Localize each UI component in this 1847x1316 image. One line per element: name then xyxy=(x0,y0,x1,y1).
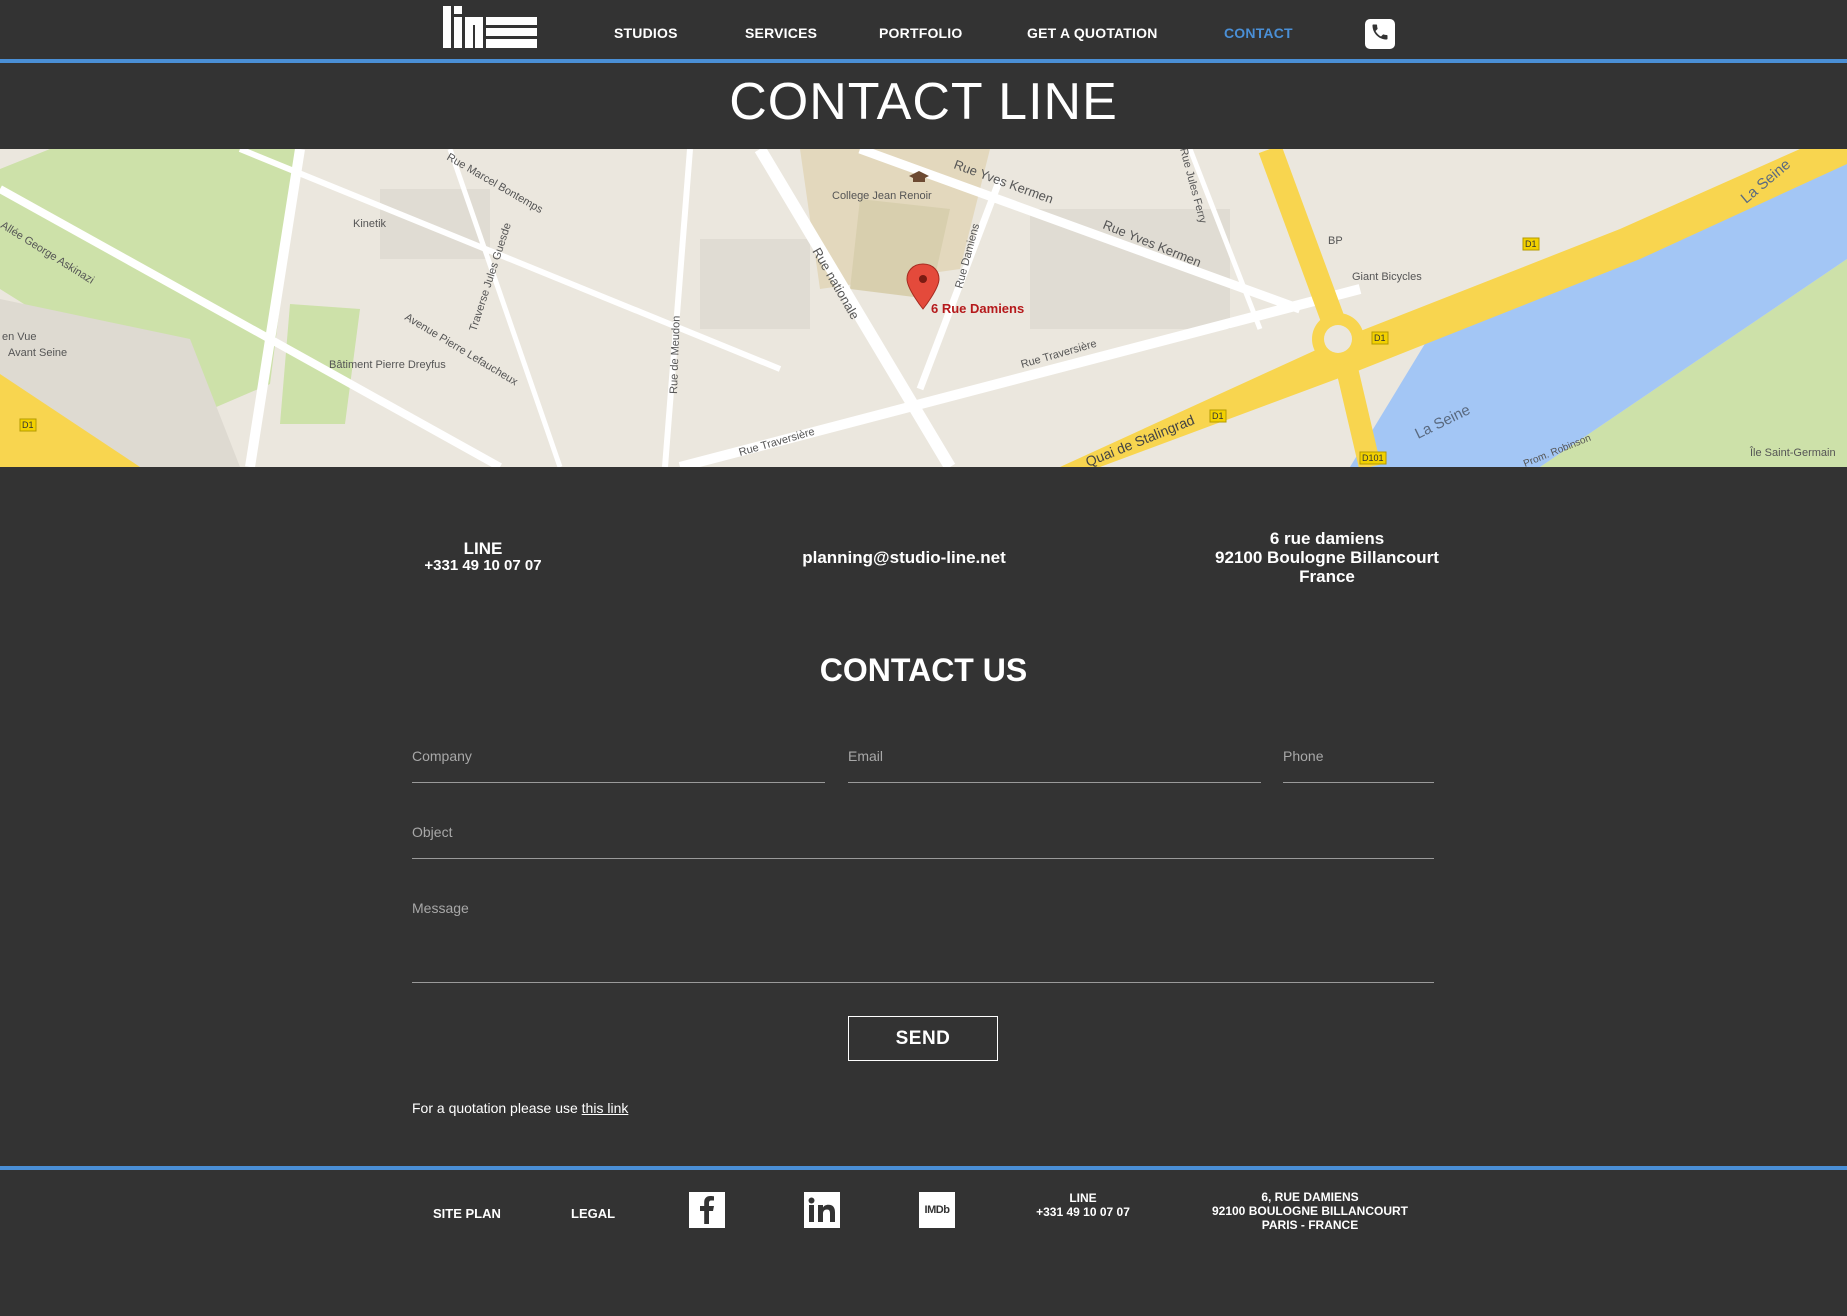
info-company: LINE xyxy=(463,539,503,558)
info-address-line-3: France xyxy=(1299,567,1355,586)
nav-contact[interactable]: CONTACT xyxy=(1224,25,1293,41)
send-button[interactable]: SEND xyxy=(848,1016,998,1061)
map-marker-label: 6 Rue Damiens xyxy=(931,301,1024,316)
contact-us-heading: CONTACT US xyxy=(819,652,1028,688)
page-title: CONTACT LINE xyxy=(729,73,1118,131)
map-label-kinetik: Kinetik xyxy=(353,218,387,230)
map-label-avant-seine: Avant Seine xyxy=(8,347,67,359)
location-map[interactable]: College Jean Renoir Kinetik Bâtiment Pie… xyxy=(0,149,1847,467)
map-shield-d101: D101 xyxy=(1362,453,1384,463)
map-label-college: College Jean Renoir xyxy=(832,190,932,202)
nav-services[interactable]: SERVICES xyxy=(745,25,817,41)
footer-contact-block: LINE +331 49 10 07 07 xyxy=(1023,1191,1143,1219)
message-field[interactable] xyxy=(412,900,1434,960)
map-shield-d1-1: D1 xyxy=(1525,239,1537,249)
map-shield-d1-3: D1 xyxy=(1212,411,1224,421)
quotation-link[interactable]: this link xyxy=(582,1100,629,1116)
map-label-en-vue: en Vue xyxy=(2,331,36,343)
nav-studios[interactable]: STUDIOS xyxy=(614,25,678,41)
nav-get-a-quotation[interactable]: GET A QUOTATION xyxy=(1027,25,1158,41)
map-label-giant: Giant Bicycles xyxy=(1352,271,1422,283)
email-field[interactable] xyxy=(848,748,1261,764)
phone-field-wrapper xyxy=(1283,748,1434,783)
object-field-wrapper xyxy=(412,824,1434,859)
footer-address-line-1: 6, RUE DAMIENS xyxy=(1261,1190,1359,1204)
footer-address-line-2: 92100 BOULOGNE BILLANCOURT xyxy=(1211,1204,1409,1218)
facebook-icon[interactable] xyxy=(689,1192,725,1228)
info-company-block: LINE +331 49 10 07 07 xyxy=(413,540,553,574)
linkedin-icon[interactable] xyxy=(804,1192,840,1228)
map-label-bp: BP xyxy=(1328,235,1343,247)
phone-icon xyxy=(1370,22,1390,47)
map-label-batiment: Bâtiment Pierre Dreyfus xyxy=(329,359,446,371)
imdb-text: IMDb xyxy=(924,1204,950,1216)
footer-phone: +331 49 10 07 07 xyxy=(1036,1205,1130,1219)
map-shield-d1-4: D1 xyxy=(22,420,34,430)
quotation-note: For a quotation please use this link xyxy=(412,1100,628,1116)
email-field-wrapper xyxy=(848,748,1261,783)
footer-address-block: 6, RUE DAMIENS 92100 BOULOGNE BILLANCOUR… xyxy=(1200,1190,1420,1232)
info-address-block: 6 rue damiens 92100 Boulogne Billancourt… xyxy=(1197,529,1457,586)
site-footer: SITE PLAN LEGAL IMDb LINE +331 49 10 07 … xyxy=(0,1166,1847,1316)
info-phone[interactable]: +331 49 10 07 07 xyxy=(413,557,553,574)
info-address-line-1: 6 rue damiens xyxy=(1269,529,1385,548)
footer-address-line-3: PARIS - FRANCE xyxy=(1261,1218,1359,1232)
footer-company: LINE xyxy=(1069,1191,1097,1205)
info-email[interactable]: planning@studio-line.net xyxy=(774,548,1034,568)
message-field-wrapper xyxy=(412,900,1434,983)
company-field[interactable] xyxy=(412,748,825,764)
phone-button[interactable] xyxy=(1365,19,1395,49)
map-label-ile: Île Saint-Germain xyxy=(1749,446,1836,459)
logo[interactable] xyxy=(443,6,537,48)
phone-field[interactable] xyxy=(1283,748,1434,764)
quotation-note-text: For a quotation please use xyxy=(412,1100,582,1116)
nav-portfolio[interactable]: PORTFOLIO xyxy=(879,25,962,41)
footer-site-plan[interactable]: SITE PLAN xyxy=(433,1206,501,1221)
site-header: STUDIOS SERVICES PORTFOLIO GET A QUOTATI… xyxy=(0,0,1847,63)
map-shield-d1-2: D1 xyxy=(1374,333,1386,343)
imdb-icon[interactable]: IMDb xyxy=(919,1192,955,1228)
footer-legal[interactable]: LEGAL xyxy=(571,1206,615,1221)
object-field[interactable] xyxy=(412,824,1434,840)
info-address-line-2: 92100 Boulogne Billancourt xyxy=(1215,548,1439,567)
company-field-wrapper xyxy=(412,748,825,783)
